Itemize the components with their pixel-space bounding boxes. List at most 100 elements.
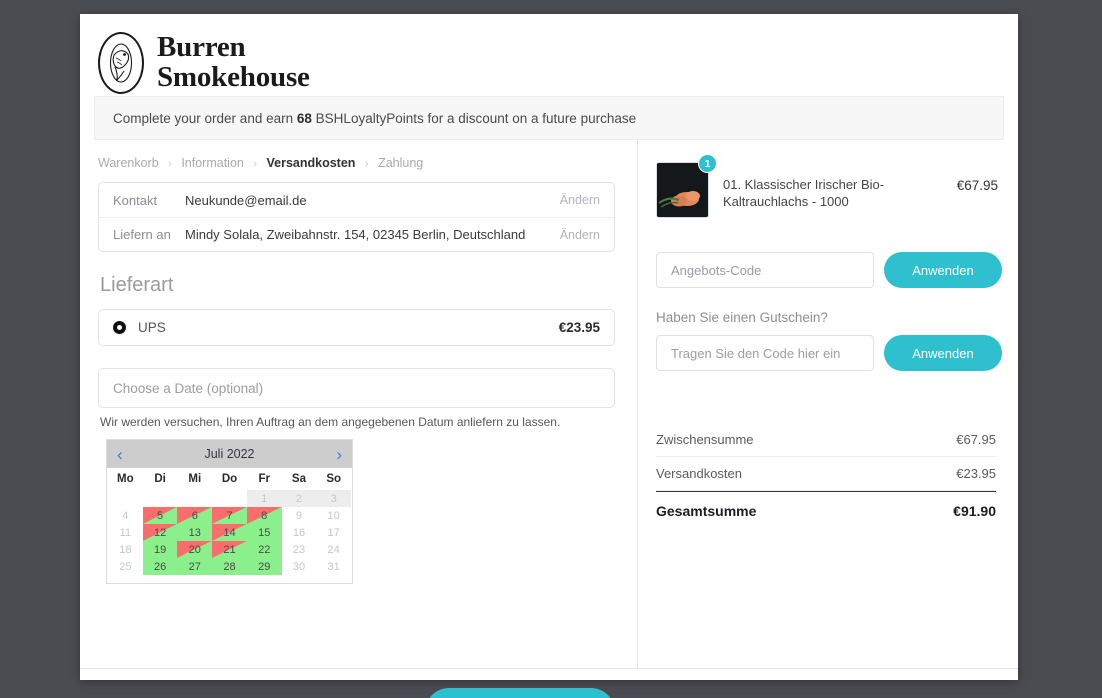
shipto-value: Mindy Solala, Zweibahnstr. 154, 02345 Be… [185,227,526,242]
calendar-day-number: 10 [327,509,340,522]
calendar-grid: Mo Di Mi Do Fr Sa So 1 2 3 4 5 6 7 8 9 10 11 12 13 14… [107,468,352,583]
site-header: Burren Smokehouse [80,14,1018,96]
order-totals: Zwischensumme €67.95 Versandkosten €23.9… [656,423,1002,528]
shipto-row: Liefern an Mindy Solala, Zweibahnstr. 15… [99,217,614,251]
shippingcost-row: Versandkosten €23.95 [656,457,996,491]
calendar-day-number: 3 [330,492,337,505]
weekday-fr: Fr [258,473,270,485]
calendar-weekday-row: Mo Di Mi Do Fr Sa So [108,468,351,490]
shipto-change-link[interactable]: Ändern [560,228,600,242]
calendar-day-22[interactable]: 22 [246,541,282,558]
breadcrumb-item-versandkosten[interactable]: Versandkosten [266,156,355,170]
calendar-day-27[interactable]: 27 [177,558,213,575]
calendar-day-empty [177,490,212,507]
calendar-day-number: 11 [119,526,132,539]
calendar-day-number: 13 [188,526,201,539]
continue-to-payment-button[interactable]: Weiter zur Bezahlung [425,687,615,698]
breadcrumb-item-warenkorb[interactable]: Warenkorb [98,156,159,170]
loyalty-banner: Complete your order and earn 68 BSHLoyal… [94,96,1004,140]
calendar-day-number: 17 [327,526,340,539]
loyalty-prefix: Complete your order and earn [113,110,294,126]
brand-logo[interactable]: Burren Smokehouse [98,32,1018,94]
calendar-day-7[interactable]: 7 [212,507,247,524]
calendar-day-5[interactable]: 5 [142,507,178,524]
calendar-week-row: 25 26 27 28 29 30 31 [108,558,351,575]
calendar-day-30: 30 [282,558,317,575]
weekday-mi: Mi [188,473,202,485]
calendar-day-21[interactable]: 21 [212,541,247,558]
breadcrumb-item-zahlung[interactable]: Zahlung [378,156,423,170]
calendar-week-row: 1 2 3 [108,490,352,507]
calendar-day-9: 9 [282,507,317,524]
calendar-day-number: 1 [261,492,268,505]
date-picker-hint: Wir werden versuchen, Ihren Auftrag an d… [100,415,561,429]
calendar-day-8[interactable]: 8 [246,507,282,524]
calendar-day-14[interactable]: 14 [212,524,247,541]
cart-item-price: €67.95 [956,178,998,193]
weekday-di: Di [154,473,166,485]
checkout-columns: Warenkorb › Information › Versandkosten … [80,140,1018,668]
voucher-code-row: Tragen Sie den Code hier ein Anwenden [656,335,1002,371]
checkout-footer: « Zurück zu Information Weiter zur Bezah… [80,668,1018,698]
voucher-question: Haben Sie einen Gutschein? [656,310,828,325]
calendar-day-number: 14 [223,526,236,539]
calendar-day-6[interactable]: 6 [177,507,213,524]
calendar-day-26[interactable]: 26 [142,558,178,575]
offer-code-placeholder: Angebots-Code [671,262,762,278]
calendar-day-18: 18 [108,541,143,558]
breadcrumb-separator: › [364,158,369,170]
voucher-code-input[interactable]: Tragen Sie den Code hier ein [656,335,874,371]
calendar-day-number: 12 [153,526,167,539]
calendar-day-number: 7 [226,509,233,522]
shipping-option-price: €23.95 [558,320,600,335]
calendar-day-12[interactable]: 12 [142,524,178,541]
calendar-day-1: 1 [246,490,282,507]
calendar-day-13[interactable]: 13 [177,524,213,541]
calendar-day-19[interactable]: 19 [142,541,178,558]
calendar-day-number: 21 [223,543,236,556]
shipping-option-label: UPS [138,320,166,335]
salmon-oval-emblem-icon [98,32,144,94]
calendar-day-rows: 1 2 3 4 5 6 7 8 9 10 11 12 13 14 15 16 17 18 19 20 21 22 23 24 2… [108,490,352,575]
calendar-day-number: 24 [327,543,340,556]
offer-code-input[interactable]: Angebots-Code [656,252,874,288]
calendar-day-28[interactable]: 28 [212,558,247,575]
calendar-day-31: 31 [316,558,351,575]
checkout-left-column: Warenkorb › Information › Versandkosten … [80,140,637,668]
calendar-day-23: 23 [282,541,317,558]
radio-selected-icon[interactable] [113,321,126,334]
chevron-right-icon[interactable]: › [336,446,342,463]
calendar-day-number: 22 [258,543,271,556]
subtotal-value: €67.95 [956,432,996,447]
calendar-day-number: 9 [295,509,303,522]
calendar-day-15[interactable]: 15 [246,524,282,541]
calendar-day-29[interactable]: 29 [246,558,282,575]
calendar-day-24: 24 [316,541,351,558]
cart-thumb-wrap: 1 [656,154,717,218]
shippingcost-label: Versandkosten [656,466,743,481]
contact-row: Kontakt Neukunde@email.de Ändern [99,183,614,217]
calendar-day-number: 4 [122,509,129,522]
contact-value: Neukunde@email.de [185,192,307,208]
calendar-day-number: 5 [157,509,164,522]
calendar-day-number: 29 [258,560,271,573]
calendar-day-number: 8 [261,509,268,522]
calendar-week-row: 4 5 6 7 8 9 10 [108,507,351,524]
offer-code-apply-button[interactable]: Anwenden [884,252,1002,288]
checkout-card: Burren Smokehouse Complete your order an… [80,14,1018,698]
calendar-day-empty [108,490,143,507]
breadcrumb: Warenkorb › Information › Versandkosten … [98,156,615,170]
voucher-code-apply-button[interactable]: Anwenden [884,335,1002,371]
brand-line-2: Smokehouse [157,61,310,93]
weekday-mo: Mo [117,473,134,485]
calendar-day-10: 10 [316,507,351,524]
date-picker-input[interactable]: Choose a Date (optional) [98,368,615,408]
calendar-day-20[interactable]: 20 [177,541,213,558]
shipping-option-ups[interactable]: UPS €23.95 [98,309,615,346]
contact-change-link[interactable]: Ändern [560,193,600,207]
subtotal-label: Zwischensumme [656,432,754,447]
calendar-day-number: 19 [153,543,167,556]
calendar-day-17: 17 [316,524,351,541]
breadcrumb-item-information[interactable]: Information [181,156,244,170]
cart-line-item: 1 01. Klassischer Irischer Bio-Kaltrauch… [656,154,1002,218]
